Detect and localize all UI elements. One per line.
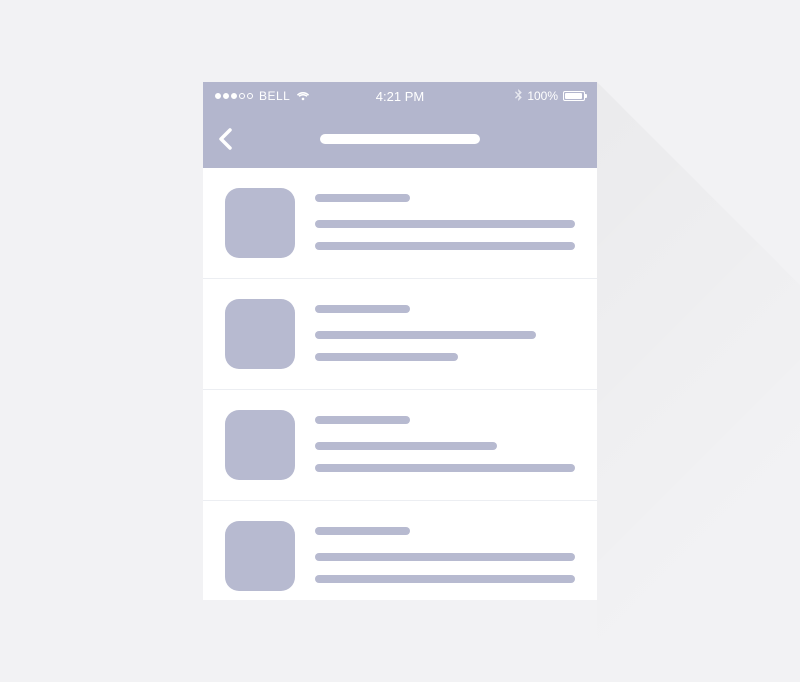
status-bar-right: 100% <box>424 89 585 104</box>
wifi-icon <box>296 91 310 101</box>
item-line-placeholder <box>315 575 575 583</box>
bluetooth-icon <box>515 89 522 104</box>
item-text-block <box>315 410 575 480</box>
status-bar: BELL 4:21 PM 100% <box>203 82 597 110</box>
nav-bar <box>203 110 597 168</box>
item-line-placeholder <box>315 220 575 228</box>
content-list <box>203 168 597 600</box>
item-text-block <box>315 521 575 591</box>
item-line-placeholder <box>315 353 458 361</box>
signal-dots-icon <box>215 93 253 99</box>
phone-frame: BELL 4:21 PM 100% <box>203 82 597 600</box>
battery-pct-label: 100% <box>527 89 558 103</box>
item-line-placeholder <box>315 442 497 450</box>
back-button[interactable] <box>217 127 233 151</box>
item-thumbnail-placeholder <box>225 521 295 591</box>
list-item[interactable] <box>203 279 597 390</box>
item-thumbnail-placeholder <box>225 299 295 369</box>
item-title-placeholder <box>315 527 410 535</box>
list-item[interactable] <box>203 168 597 279</box>
item-line-placeholder <box>315 553 575 561</box>
status-bar-time: 4:21 PM <box>376 89 424 104</box>
item-line-placeholder <box>315 242 575 250</box>
item-title-placeholder <box>315 305 410 313</box>
battery-icon <box>563 91 585 101</box>
nav-title-placeholder <box>320 134 480 144</box>
list-item[interactable] <box>203 390 597 501</box>
item-title-placeholder <box>315 194 410 202</box>
item-thumbnail-placeholder <box>225 410 295 480</box>
item-text-block <box>315 299 575 369</box>
item-thumbnail-placeholder <box>225 188 295 258</box>
item-text-block <box>315 188 575 258</box>
item-line-placeholder <box>315 464 575 472</box>
carrier-label: BELL <box>259 89 290 103</box>
item-line-placeholder <box>315 331 536 339</box>
status-bar-left: BELL <box>215 89 376 103</box>
list-item[interactable] <box>203 501 597 600</box>
item-title-placeholder <box>315 416 410 424</box>
phone-shadow <box>597 82 800 682</box>
